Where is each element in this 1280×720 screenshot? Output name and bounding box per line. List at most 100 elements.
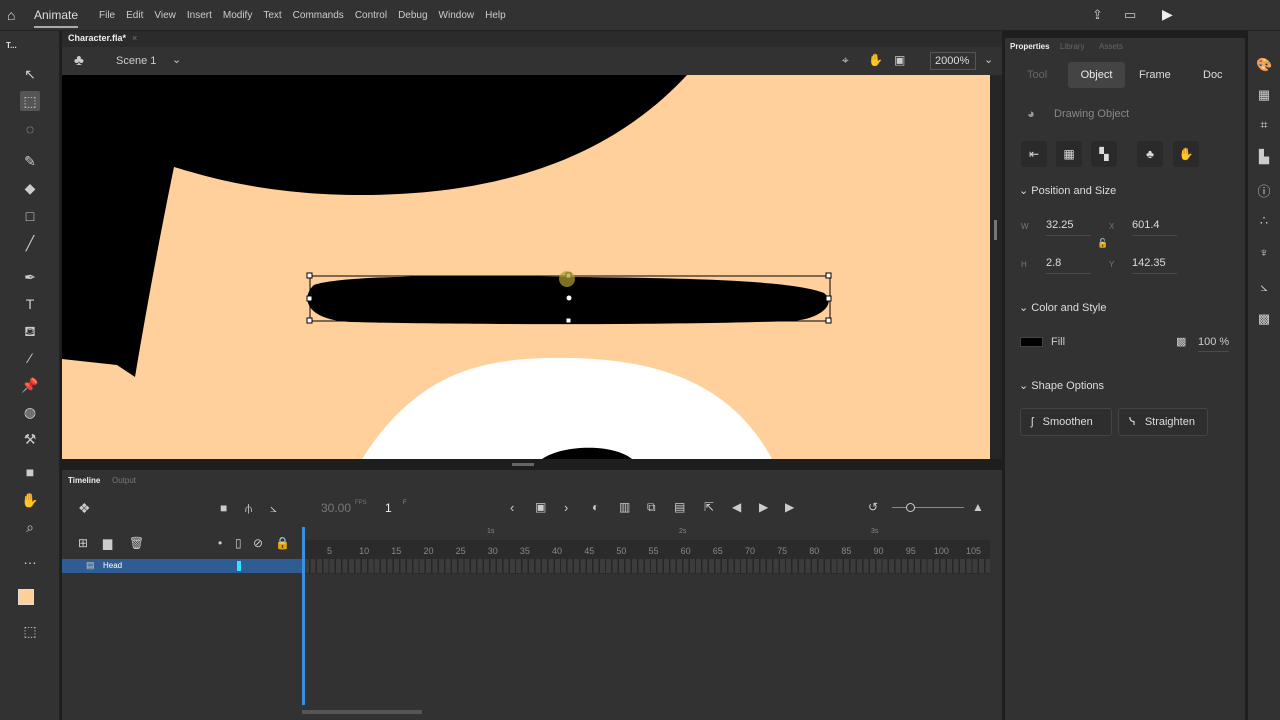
prev-keyframe-icon[interactable]: ‹ — [510, 500, 514, 515]
lasso-tool-icon[interactable]: ◌ — [20, 119, 40, 139]
menu-modify[interactable]: Modify — [223, 10, 252, 21]
motion-editor-icon[interactable]: ⦣ — [1256, 279, 1272, 295]
lock-icon[interactable]: 🔒 — [275, 536, 290, 550]
graph-icon[interactable]: ⦣ — [270, 501, 277, 516]
assets-icon[interactable]: ♆ — [1256, 245, 1272, 261]
next-keyframe-icon[interactable]: › — [564, 500, 568, 515]
loop-icon[interactable]: ⇱ — [704, 500, 714, 514]
menu-view[interactable]: View — [154, 10, 176, 21]
snap-icon[interactable]: ⬚ — [20, 621, 40, 641]
trash-icon[interactable]: 🗑 — [129, 536, 144, 550]
info-icon[interactable]: ⓘ — [1256, 181, 1272, 199]
shape-options-header[interactable]: ⌄ Shape Options — [1019, 379, 1104, 392]
share-icon[interactable]: ⇪ — [1092, 7, 1103, 23]
frame-track[interactable] — [304, 559, 990, 573]
rectangle-tool-icon[interactable]: □ — [20, 206, 40, 226]
3d-rotation-icon[interactable]: ◍ — [20, 402, 40, 422]
stage[interactable] — [62, 75, 990, 459]
timeline-scrollbar[interactable] — [302, 710, 422, 714]
transform-handle[interactable] — [565, 317, 572, 324]
color-style-header[interactable]: ⌄ Color and Style — [1019, 301, 1107, 314]
brush-tool-icon[interactable]: ✎ — [20, 151, 40, 171]
transform-handle[interactable] — [306, 295, 313, 302]
color-palette-icon[interactable]: 🎨 — [1256, 57, 1272, 73]
menu-debug[interactable]: Debug — [398, 10, 427, 21]
frame-icon[interactable]: ▤ — [674, 500, 685, 514]
stage-artwork[interactable] — [62, 75, 990, 459]
frame-value[interactable]: 1 — [385, 501, 392, 515]
chevron-down-icon[interactable]: ⌄ — [172, 53, 181, 66]
break-apart-icon[interactable]: ⇤ — [1021, 141, 1047, 167]
zoom-input[interactable]: 2000% — [930, 52, 976, 70]
rotate-icon[interactable]: ✋ — [868, 53, 883, 67]
add-layer-icon[interactable]: ⊞ — [78, 536, 88, 550]
menu-text[interactable]: Text — [263, 10, 281, 21]
line-tool-icon[interactable]: ╱ — [20, 233, 40, 253]
panel-resize-handle[interactable] — [512, 463, 534, 466]
stage-scrollbar[interactable] — [990, 75, 1002, 459]
playhead[interactable] — [302, 527, 305, 705]
pen-tool-icon[interactable]: ✒ — [20, 267, 40, 287]
subtab-tool[interactable]: Tool — [1027, 69, 1047, 81]
zoom-tool-icon[interactable]: ⌕ — [20, 517, 40, 537]
layer-color[interactable] — [237, 561, 241, 571]
tab-output[interactable]: Output — [112, 476, 136, 485]
tab-library[interactable]: Library — [1060, 42, 1084, 51]
zoom-dropdown-icon[interactable]: ⌄ — [984, 53, 993, 66]
menu-file[interactable]: File — [99, 10, 115, 21]
transform-handle[interactable] — [306, 272, 313, 279]
straighten-button[interactable]: ᓭ Straighten — [1118, 408, 1208, 436]
menu-insert[interactable]: Insert — [187, 10, 212, 21]
insert-keyframe-icon[interactable]: ▣ — [535, 500, 546, 514]
document-tab[interactable]: Character.fla* — [68, 33, 126, 43]
align-icon[interactable]: ▙ — [1256, 149, 1272, 165]
lock-ratio-icon[interactable]: 🔓 — [1097, 238, 1108, 249]
y-field[interactable]: 142.35 — [1132, 257, 1177, 274]
transform-icon[interactable]: ⌗ — [1256, 117, 1272, 133]
paint-bucket-icon[interactable]: ⛾ — [20, 321, 40, 341]
home-icon[interactable]: ⌂ — [7, 7, 15, 23]
x-field[interactable]: 601.4 — [1132, 219, 1177, 236]
close-icon[interactable]: × — [132, 33, 137, 43]
alpha-field[interactable]: 100 % — [1198, 336, 1230, 352]
layer-row[interactable]: ▤ Head — [62, 559, 302, 573]
hand-tool-icon[interactable]: ✋ — [20, 490, 40, 510]
workspace-icon[interactable]: ▭ — [1124, 7, 1136, 23]
camera-icon[interactable]: ■ — [20, 462, 40, 482]
onion-skin-icon[interactable]: ◐ — [592, 500, 599, 514]
fill-color-swatch[interactable] — [18, 589, 34, 605]
eraser-tool-icon[interactable]: ◆ — [20, 178, 40, 198]
layer-name[interactable]: Head — [103, 561, 122, 570]
tab-assets[interactable]: Assets — [1099, 42, 1123, 51]
step-forward-icon[interactable]: ▶ — [785, 500, 794, 514]
subtab-object[interactable]: Object — [1068, 62, 1125, 88]
height-field[interactable]: 2.8 — [1046, 257, 1091, 274]
tab-timeline[interactable]: Timeline — [68, 476, 100, 485]
menu-window[interactable]: Window — [439, 10, 475, 21]
clip-icon[interactable]: ▣ — [894, 53, 905, 67]
parenting-icon[interactable]: ⫛ — [245, 501, 252, 516]
free-transform-tool-icon[interactable]: ⬚ — [20, 91, 40, 111]
center-stage-icon[interactable]: ⌖ — [842, 53, 849, 68]
add-folder-icon[interactable]: ▆ — [103, 536, 112, 550]
eyedropper-icon[interactable]: ⁄ — [20, 348, 40, 368]
text-tool-icon[interactable]: T — [20, 294, 40, 314]
frame-scale-slider[interactable] — [892, 503, 964, 512]
transform-handle[interactable] — [825, 295, 832, 302]
transform-handle[interactable] — [306, 317, 313, 324]
test-movie-icon[interactable]: ▶ — [1162, 6, 1173, 23]
outline-icon[interactable]: ▯ — [235, 536, 242, 550]
step-back-icon[interactable]: ◀ — [732, 500, 741, 514]
swap-symbol-icon[interactable]: ♣ — [1137, 141, 1163, 167]
edit-multiple-icon[interactable]: ▥ — [619, 500, 630, 514]
highlight-icon[interactable]: • — [218, 536, 222, 550]
subtab-doc[interactable]: Doc — [1203, 69, 1223, 81]
subtab-frame[interactable]: Frame — [1139, 69, 1171, 81]
layers-icon[interactable]: ❖ — [78, 500, 91, 517]
swatches-icon[interactable]: ▦ — [1256, 87, 1272, 103]
pin-tool-icon[interactable]: 📌 — [20, 375, 40, 395]
position-size-header[interactable]: ⌄ Position and Size — [1019, 184, 1116, 197]
more-tools-icon[interactable]: … — [20, 549, 40, 569]
components-icon[interactable]: ▩ — [1256, 311, 1272, 327]
menu-commands[interactable]: Commands — [293, 10, 344, 21]
